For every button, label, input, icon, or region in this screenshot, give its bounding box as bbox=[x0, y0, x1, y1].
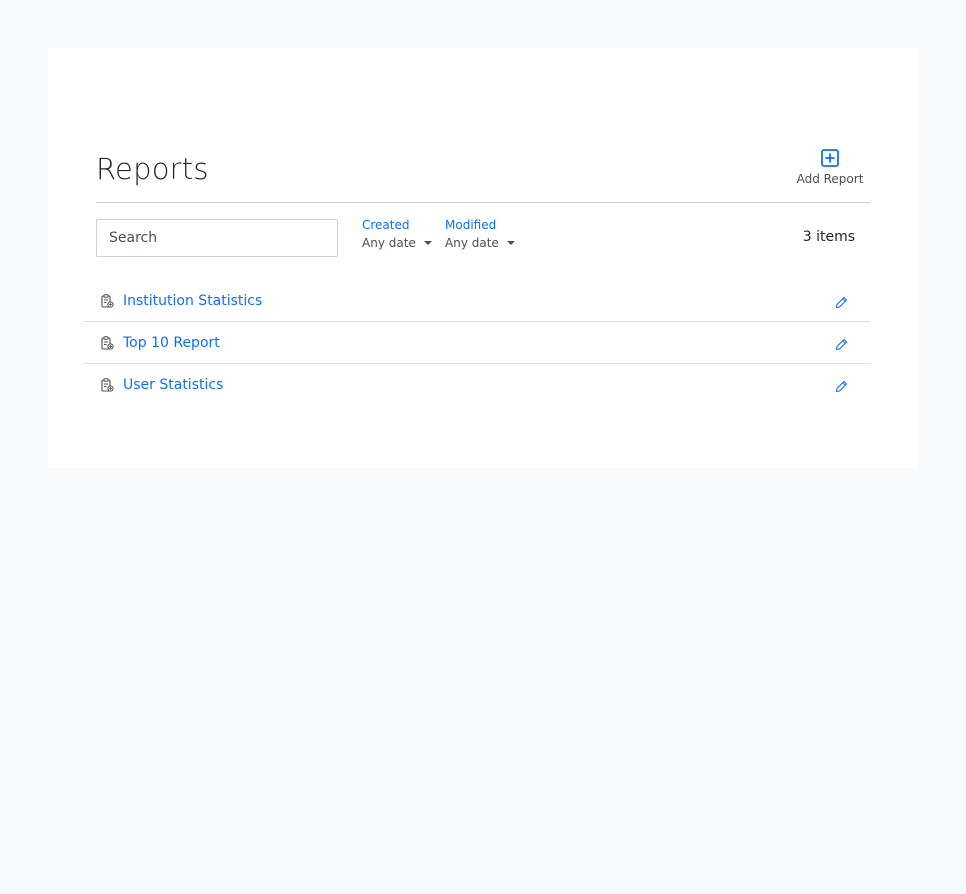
report-link-institution-statistics[interactable]: Institution Statistics bbox=[123, 293, 262, 309]
search-input[interactable] bbox=[96, 219, 338, 257]
pencil-icon[interactable] bbox=[835, 294, 848, 313]
plus-square-icon bbox=[821, 149, 839, 167]
header-divider bbox=[96, 202, 870, 203]
list-item: User Statistics bbox=[84, 364, 870, 406]
list-item: Top 10 Report bbox=[84, 322, 870, 364]
page-title: Reports bbox=[96, 152, 209, 186]
report-link-top-10-report[interactable]: Top 10 Report bbox=[123, 335, 220, 351]
filter-modified-label: Modified bbox=[445, 218, 497, 232]
filter-modified-dropdown[interactable]: Any date bbox=[445, 236, 515, 250]
pencil-icon[interactable] bbox=[835, 378, 848, 397]
report-link-user-statistics[interactable]: User Statistics bbox=[123, 377, 223, 393]
reports-card: Reports Add Report Created Any date Modi… bbox=[48, 48, 918, 468]
filter-created[interactable]: Created Any date bbox=[362, 218, 432, 250]
items-count: 3 items bbox=[802, 229, 855, 245]
caret-down-icon bbox=[506, 241, 515, 245]
reports-list: Institution Statistics Top 10 Report Use… bbox=[84, 280, 870, 406]
add-report-label: Add Report bbox=[796, 172, 864, 186]
clipboard-data-icon bbox=[100, 335, 114, 354]
filter-created-label: Created bbox=[362, 218, 410, 232]
add-report-button[interactable]: Add Report bbox=[794, 148, 866, 186]
clipboard-data-icon bbox=[100, 293, 114, 312]
list-item: Institution Statistics bbox=[84, 280, 870, 322]
filter-created-dropdown[interactable]: Any date bbox=[362, 236, 432, 250]
filter-modified[interactable]: Modified Any date bbox=[445, 218, 515, 250]
clipboard-data-icon bbox=[100, 377, 114, 396]
filter-created-value: Any date bbox=[362, 236, 416, 250]
filter-modified-value: Any date bbox=[445, 236, 499, 250]
caret-down-icon bbox=[423, 241, 432, 245]
pencil-icon[interactable] bbox=[835, 336, 848, 355]
